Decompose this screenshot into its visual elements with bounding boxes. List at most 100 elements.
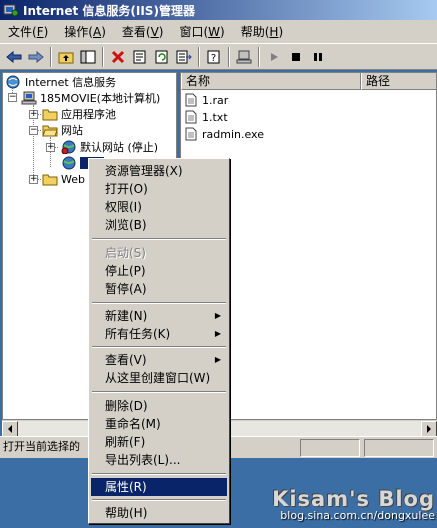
menu-item-view[interactable]: 查看(V) ▶ bbox=[91, 351, 227, 369]
submenu-arrow-icon: ▶ bbox=[214, 355, 221, 364]
watermark: Kisam's Blog blog.sina.com.cn/dongxulee bbox=[272, 488, 435, 522]
scroll-right-button[interactable] bbox=[421, 421, 437, 437]
tree-item-web-extensions[interactable]: Web bbox=[42, 171, 85, 187]
menu-item-browse[interactable]: 浏览(B) bbox=[91, 216, 227, 234]
menu-item-open[interactable]: 打开(O) bbox=[91, 180, 227, 198]
context-menu: 资源管理器(X) 打开(O) 权限(I) 浏览(B) 启动(S) 停止(P) 暂… bbox=[88, 158, 230, 524]
folder-up-icon bbox=[58, 52, 74, 63]
collapse-toggle[interactable]: − bbox=[8, 93, 17, 102]
back-button[interactable] bbox=[3, 46, 25, 68]
tree-item-websites[interactable]: 网站 bbox=[42, 122, 83, 138]
properties-icon bbox=[133, 50, 146, 63]
play-icon bbox=[271, 52, 278, 61]
arrow-right-icon bbox=[28, 50, 44, 63]
forward-button[interactable] bbox=[25, 46, 47, 68]
iis-services-icon bbox=[6, 75, 20, 89]
menu-help[interactable]: 帮助(H) bbox=[233, 22, 291, 42]
toolbar-separator bbox=[102, 46, 104, 67]
show-tree-button[interactable] bbox=[77, 46, 99, 68]
menu-item-refresh[interactable]: 刷新(F) bbox=[91, 433, 227, 451]
properties-button[interactable] bbox=[129, 46, 151, 68]
delete-button[interactable] bbox=[107, 46, 129, 68]
stop-icon bbox=[292, 52, 300, 61]
menu-item-help[interactable]: 帮助(H) bbox=[91, 504, 227, 522]
tree-item-app-pools[interactable]: 应用程序池 bbox=[42, 106, 116, 122]
computer-button[interactable] bbox=[233, 46, 255, 68]
menu-separator bbox=[92, 238, 226, 240]
stop-button[interactable] bbox=[285, 46, 307, 68]
arrow-left-icon bbox=[8, 425, 12, 433]
menu-action[interactable]: 操作(A) bbox=[56, 22, 114, 42]
help-button[interactable]: ? bbox=[203, 46, 225, 68]
iis-icon bbox=[3, 4, 19, 17]
expand-toggle[interactable]: + bbox=[29, 110, 38, 119]
window-title: Internet 信息服务(IIS)管理器 bbox=[23, 3, 195, 18]
toolbar-separator bbox=[258, 46, 260, 67]
menu-item-export-list[interactable]: 导出列表(L)... bbox=[91, 451, 227, 469]
svg-text:?: ? bbox=[211, 53, 216, 64]
status-text: 打开当前选择的 bbox=[3, 440, 80, 453]
menu-separator bbox=[92, 473, 226, 475]
file-icon bbox=[185, 93, 197, 107]
list-item[interactable]: 1.rar bbox=[185, 92, 228, 108]
pause-button[interactable] bbox=[307, 46, 329, 68]
menu-item-new-window[interactable]: 从这里创建窗口(W) bbox=[91, 369, 227, 387]
up-folder-button[interactable] bbox=[55, 46, 77, 68]
menu-separator bbox=[92, 499, 226, 501]
refresh-icon bbox=[155, 50, 168, 63]
menu-bar: 文件(F) 操作(A) 查看(V) 窗口(W) 帮助(H) bbox=[0, 20, 437, 44]
menu-separator bbox=[92, 391, 226, 393]
title-bar: Internet 信息服务(IIS)管理器 bbox=[0, 0, 437, 20]
list-item[interactable]: radmin.exe bbox=[185, 126, 264, 142]
menu-item-explore[interactable]: 资源管理器(X) bbox=[91, 162, 227, 180]
expand-toggle[interactable]: + bbox=[29, 175, 38, 184]
column-header-path[interactable]: 路径 bbox=[361, 73, 436, 90]
tree-label: 默认网站 (停止) bbox=[80, 141, 159, 154]
menu-item-permissions[interactable]: 权限(I) bbox=[91, 198, 227, 216]
computer-icon bbox=[21, 91, 37, 105]
file-name: radmin.exe bbox=[202, 127, 264, 141]
list-item[interactable]: 1.txt bbox=[185, 109, 228, 125]
export-list-button[interactable] bbox=[173, 46, 195, 68]
refresh-button[interactable] bbox=[151, 46, 173, 68]
export-list-icon bbox=[176, 50, 192, 63]
tree-label: Internet 信息服务 bbox=[25, 76, 117, 89]
file-icon bbox=[185, 110, 197, 124]
collapse-toggle[interactable]: − bbox=[29, 126, 38, 135]
start-button[interactable] bbox=[263, 46, 285, 68]
toolbar-separator bbox=[198, 46, 200, 67]
menu-item-rename[interactable]: 重命名(M) bbox=[91, 415, 227, 433]
toolbar-separator bbox=[228, 46, 230, 67]
scroll-left-button[interactable] bbox=[2, 421, 18, 437]
menu-item-stop[interactable]: 停止(P) bbox=[91, 262, 227, 280]
menu-item-start: 启动(S) bbox=[105, 246, 146, 260]
tree-item-iis-root[interactable]: Internet 信息服务 bbox=[6, 74, 116, 90]
menu-item-properties[interactable]: 属性(R) bbox=[91, 478, 227, 496]
menu-view[interactable]: 查看(V) bbox=[114, 22, 172, 42]
menu-item-all-tasks[interactable]: 所有任务(K) ▶ bbox=[91, 325, 227, 343]
menu-item-pause[interactable]: 暂停(A) bbox=[91, 280, 227, 298]
arrow-left-icon bbox=[6, 50, 22, 63]
file-name: 1.txt bbox=[202, 110, 228, 124]
globe-stopped-icon bbox=[61, 140, 76, 154]
menu-item-label: 新建(N) bbox=[105, 309, 148, 323]
menu-window[interactable]: 窗口(W) bbox=[171, 22, 232, 42]
watermark-url: blog.sina.com.cn/dongxulee bbox=[280, 509, 435, 522]
column-header-name[interactable]: 名称 bbox=[181, 73, 361, 90]
tree-label: 网站 bbox=[61, 124, 83, 137]
pause-icon bbox=[314, 52, 322, 61]
tree-item-default-site[interactable]: 默认网站 (停止) bbox=[61, 139, 158, 155]
menu-file[interactable]: 文件(F) bbox=[0, 22, 56, 42]
console-tree-icon bbox=[80, 50, 96, 63]
menu-item-label: 所有任务(K) bbox=[105, 327, 171, 341]
menu-item-label: 查看(V) bbox=[105, 353, 147, 367]
folder-open-icon bbox=[42, 125, 58, 137]
expand-toggle[interactable]: + bbox=[46, 143, 55, 152]
status-panel bbox=[364, 439, 434, 457]
toolbar: ? bbox=[0, 44, 437, 70]
tree-item-computer[interactable]: 185MOVIE(本地计算机) bbox=[21, 90, 160, 106]
menu-item-new[interactable]: 新建(N) ▶ bbox=[91, 307, 227, 325]
menu-item-delete[interactable]: 删除(D) bbox=[91, 397, 227, 415]
globe-icon bbox=[62, 156, 76, 170]
folder-icon bbox=[42, 174, 58, 186]
